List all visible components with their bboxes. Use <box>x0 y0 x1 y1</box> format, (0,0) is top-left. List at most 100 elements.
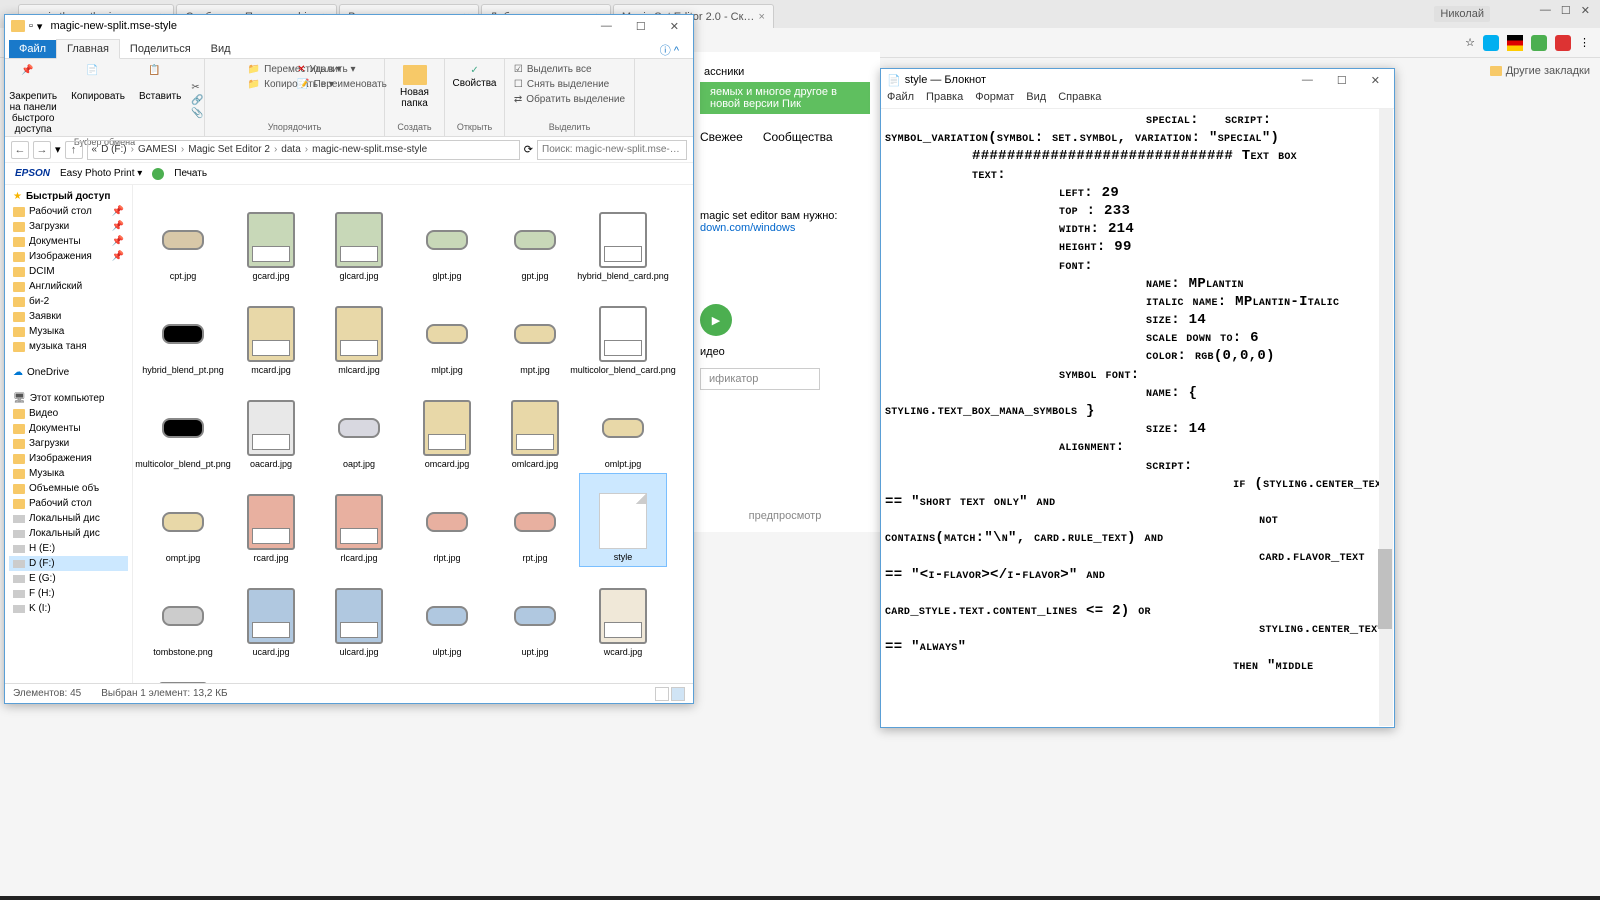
file-item[interactable]: oacard.jpg <box>227 379 315 473</box>
crumb[interactable]: D (F:) <box>101 144 127 155</box>
nav-item[interactable]: Объемные объ <box>9 481 128 496</box>
crumb[interactable]: Magic Set Editor 2 <box>188 144 270 155</box>
nav-pane[interactable]: ★Быстрый доступРабочий стол📌Загрузки📌Док… <box>5 185 133 683</box>
maximize-icon[interactable]: ☐ <box>1561 4 1571 17</box>
close-icon[interactable]: × <box>758 11 764 23</box>
file-item[interactable]: wlcard.jpg <box>139 661 227 683</box>
nav-item[interactable]: Документы <box>9 421 128 436</box>
recent-icon[interactable]: ▾ <box>55 143 61 156</box>
file-item[interactable]: multicolor_blend_card.png <box>579 285 667 379</box>
extension-icon[interactable] <box>1531 35 1547 51</box>
invert-button[interactable]: ⇄Обратить выделение <box>512 93 627 106</box>
nav-item[interactable]: Изображения <box>9 451 128 466</box>
menu-edit[interactable]: Правка <box>926 91 963 108</box>
menu-icon[interactable]: ⋮ <box>1579 36 1590 49</box>
file-item[interactable]: mpt.jpg <box>491 285 579 379</box>
scroll-thumb[interactable] <box>1378 549 1392 629</box>
file-item[interactable]: omlpt.jpg <box>579 379 667 473</box>
nav-item[interactable]: музыка таня <box>9 339 128 354</box>
nav-item[interactable]: Музыка <box>9 324 128 339</box>
print-icon[interactable] <box>152 168 164 180</box>
file-item[interactable]: rlpt.jpg <box>403 473 491 567</box>
print-button[interactable]: Печать <box>174 168 207 179</box>
cut-icon[interactable]: ✂ <box>191 82 203 93</box>
close-icon[interactable]: ✕ <box>662 20 687 33</box>
file-item[interactable]: mcard.jpg <box>227 285 315 379</box>
flag-icon[interactable] <box>1507 35 1523 51</box>
taskbar[interactable] <box>0 896 1600 900</box>
pasteshortcut-icon[interactable]: 📎 <box>191 108 203 119</box>
details-view-icon[interactable] <box>655 687 669 701</box>
nav-item[interactable]: Загрузки📌 <box>9 219 128 234</box>
nav-item[interactable]: F (H:) <box>9 586 128 601</box>
scrollbar[interactable] <box>1379 109 1393 726</box>
nav-item[interactable]: би-2 <box>9 294 128 309</box>
file-item[interactable]: multicolor_blend_pt.png <box>139 379 227 473</box>
back-icon[interactable]: ← <box>11 141 29 159</box>
file-item[interactable]: rlcard.jpg <box>315 473 403 567</box>
help-icon[interactable]: ⓘ ^ <box>650 42 689 58</box>
nav-item[interactable]: D (F:) <box>9 556 128 571</box>
file-item[interactable]: glcard.jpg <box>315 191 403 285</box>
ribbon-tab-view[interactable]: Вид <box>201 40 241 58</box>
other-bookmarks[interactable]: Другие закладки <box>1490 65 1590 77</box>
pin-button[interactable]: 📌Закрепить на панели быстрого доступа <box>5 63 61 137</box>
file-item[interactable]: rpt.jpg <box>491 473 579 567</box>
file-item[interactable]: hybrid_blend_card.png <box>579 191 667 285</box>
file-item[interactable]: oapt.jpg <box>315 379 403 473</box>
nav-item[interactable]: Заявки <box>9 309 128 324</box>
selectnone-button[interactable]: ☐Снять выделение <box>512 78 611 91</box>
nav-item[interactable]: 🖥Этот компьютер <box>9 391 128 406</box>
ribbon-tab-home[interactable]: Главная <box>56 39 120 59</box>
id-input[interactable]: ификатор <box>700 368 820 390</box>
file-item[interactable]: mlcard.jpg <box>315 285 403 379</box>
file-item[interactable]: glpt.jpg <box>403 191 491 285</box>
ribbon-tab-share[interactable]: Поделиться <box>120 40 201 58</box>
notepad-textarea[interactable]: special: script: symbol_variation(symbol… <box>881 109 1394 727</box>
copy-button[interactable]: 📄Копировать <box>67 63 129 137</box>
file-item[interactable]: gcard.jpg <box>227 191 315 285</box>
file-item[interactable]: ompt.jpg <box>139 473 227 567</box>
menu-file[interactable]: Файл <box>887 91 914 108</box>
file-item[interactable]: mlpt.jpg <box>403 285 491 379</box>
chrome-profile[interactable]: Николай <box>1434 6 1490 22</box>
minimize-icon[interactable]: — <box>593 20 620 33</box>
file-item[interactable]: rcard.jpg <box>227 473 315 567</box>
nav-item[interactable]: H (E:) <box>9 541 128 556</box>
nav-item[interactable]: Музыка <box>9 466 128 481</box>
file-item[interactable]: wlpt.jpg <box>227 661 315 683</box>
selectall-button[interactable]: ☑Выделить все <box>512 63 594 76</box>
nav-item[interactable]: E (G:) <box>9 571 128 586</box>
breadcrumb[interactable]: « D (F:) › GAMESI › Magic Set Editor 2 ›… <box>87 140 520 160</box>
skype-icon[interactable] <box>1483 35 1499 51</box>
menu-format[interactable]: Формат <box>975 91 1014 108</box>
nav-item[interactable]: Рабочий стол📌 <box>9 204 128 219</box>
nav-tab[interactable]: Сообщества <box>763 130 833 144</box>
file-pane[interactable]: cpt.jpggcard.jpgglcard.jpgglpt.jpggpt.jp… <box>133 185 693 683</box>
file-item[interactable]: style <box>579 473 667 567</box>
menu-view[interactable]: Вид <box>1026 91 1046 108</box>
nav-item[interactable]: Локальный дис <box>9 511 128 526</box>
newfolder-button[interactable]: Новая папка <box>391 63 438 111</box>
file-item[interactable]: ulpt.jpg <box>403 567 491 661</box>
file-item[interactable]: ucard.jpg <box>227 567 315 661</box>
nav-item[interactable]: Документы📌 <box>9 234 128 249</box>
nav-item[interactable]: Рабочий стол <box>9 496 128 511</box>
minimize-icon[interactable]: — <box>1540 4 1551 17</box>
file-item[interactable]: tombstone.png <box>139 567 227 661</box>
delete-button[interactable]: ✕Удалить ▾ <box>295 63 357 76</box>
copypath-icon[interactable]: 🔗 <box>191 95 203 106</box>
file-item[interactable]: cpt.jpg <box>139 191 227 285</box>
forward-icon[interactable]: → <box>33 141 51 159</box>
close-icon[interactable]: ✕ <box>1363 74 1388 87</box>
file-item[interactable]: hybrid_blend_pt.png <box>139 285 227 379</box>
nav-item[interactable]: K (I:) <box>9 601 128 616</box>
file-item[interactable]: upt.jpg <box>491 567 579 661</box>
properties-button[interactable]: ✓Свойства <box>449 63 501 91</box>
star-icon[interactable]: ☆ <box>1465 36 1475 49</box>
crumb[interactable]: data <box>281 144 300 155</box>
explorer-titlebar[interactable]: ▫▾ magic-new-split.mse-style — ☐ ✕ <box>5 15 693 37</box>
search-input[interactable] <box>537 140 687 160</box>
nav-item[interactable]: ★Быстрый доступ <box>9 189 128 204</box>
icons-view-icon[interactable] <box>671 687 685 701</box>
